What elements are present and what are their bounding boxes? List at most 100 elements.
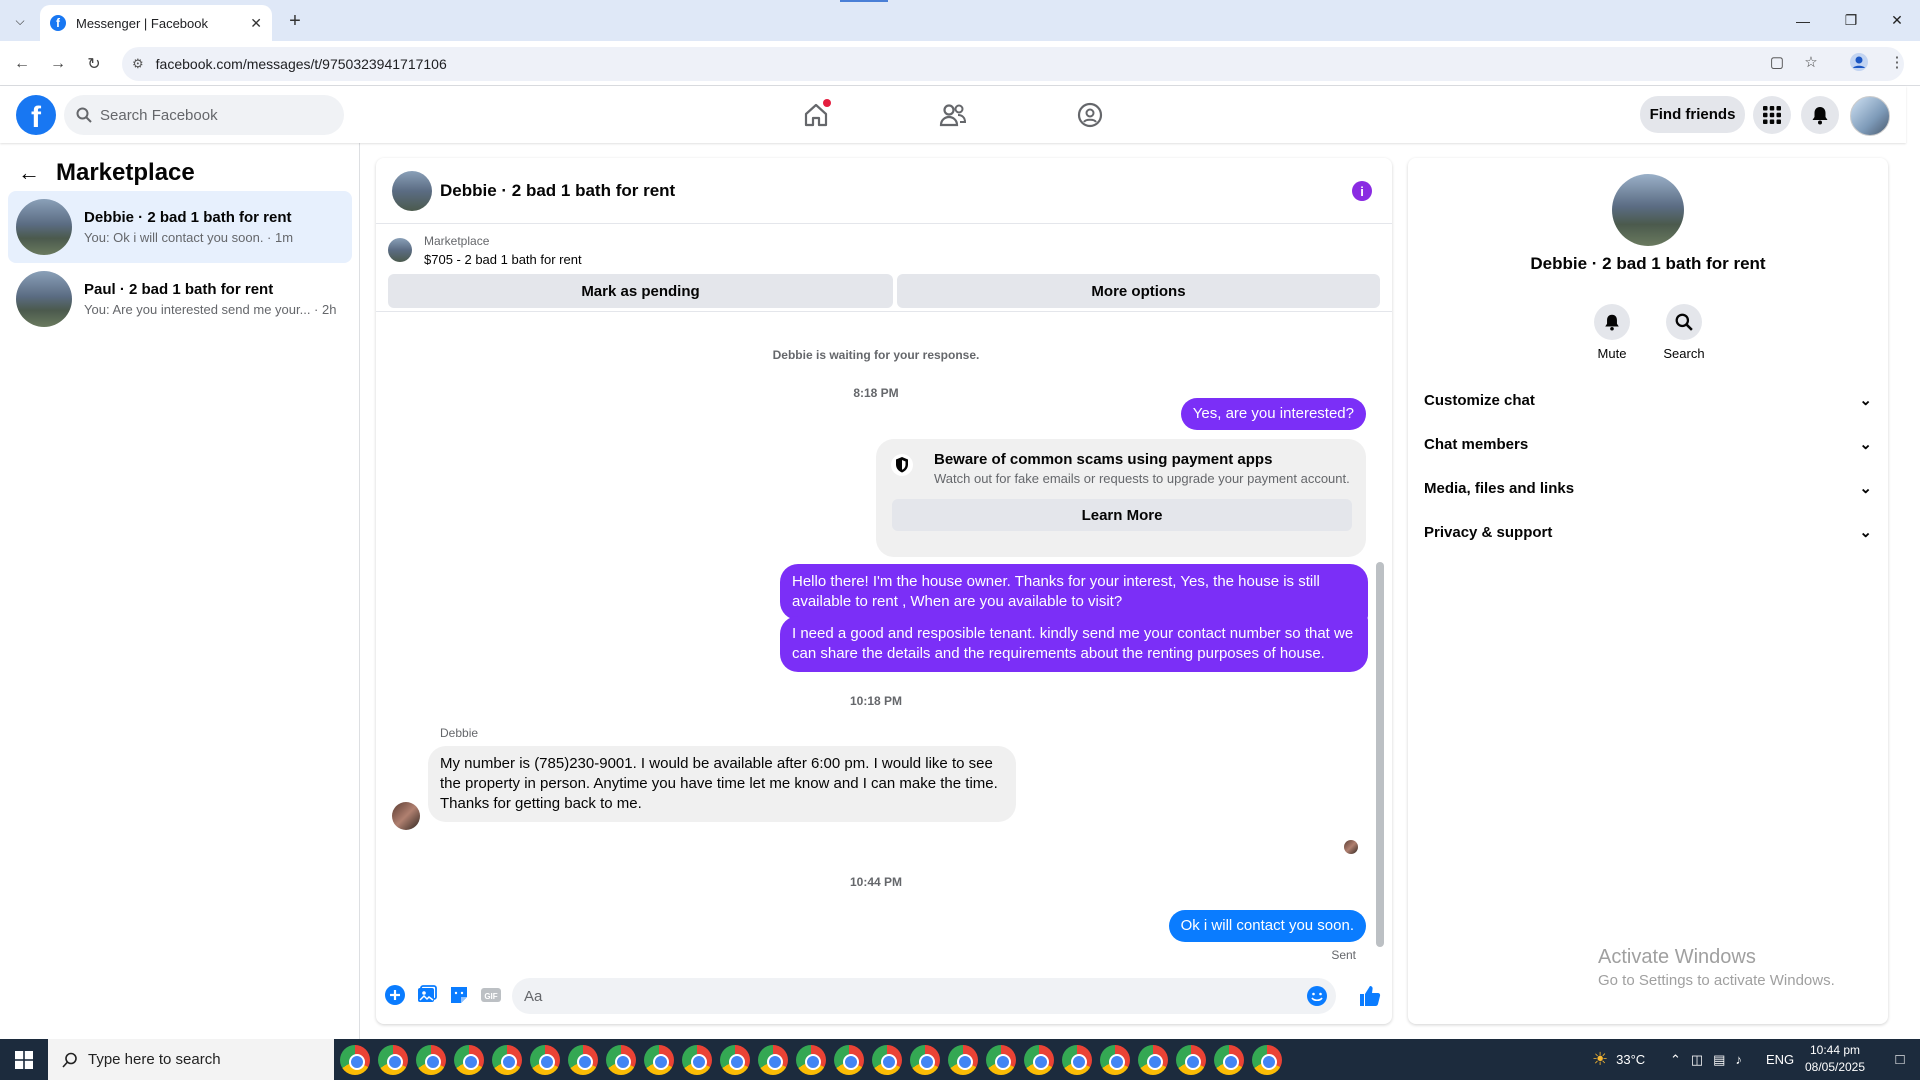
chrome-icon[interactable] (796, 1044, 826, 1075)
find-friends-button[interactable]: Find friends (1640, 96, 1745, 133)
mute-button[interactable]: Mute (1582, 304, 1642, 361)
tab-list-icon[interactable]: ⌵ (8, 9, 32, 33)
system-tray-icons[interactable]: ⌃◫▤♪ (1670, 1039, 1752, 1080)
menu-button[interactable] (1753, 96, 1791, 134)
chrome-icon[interactable] (416, 1044, 446, 1075)
sender-avatar[interactable] (392, 802, 420, 830)
browser-tab[interactable]: f Messenger | Facebook ✕ (40, 5, 272, 41)
back-arrow-icon[interactable]: ← (18, 160, 40, 186)
reload-icon[interactable]: ↻ (82, 52, 106, 76)
chrome-icon[interactable] (720, 1044, 750, 1075)
chrome-icon[interactable] (606, 1044, 636, 1075)
chrome-icon[interactable] (530, 1044, 560, 1075)
outgoing-message[interactable]: I need a good and resposible tenant. kin… (780, 616, 1368, 672)
search-facebook[interactable] (64, 95, 344, 135)
chrome-icon[interactable] (1024, 1044, 1054, 1075)
media-files-links-item[interactable]: Media, files and links ⌄ (1424, 468, 1872, 508)
item-label: Media, files and links (1424, 479, 1575, 497)
scrollbar-thumb[interactable] (1376, 562, 1384, 947)
listing-thumbnail[interactable] (388, 238, 412, 262)
outgoing-message[interactable]: Hello there! I'm the house owner. Thanks… (780, 564, 1368, 620)
browser-menu-icon[interactable]: ⋮ (1884, 49, 1910, 75)
bookmark-star-icon[interactable]: ☆ (1798, 49, 1824, 75)
chat-avatar[interactable] (392, 170, 432, 211)
conversation-item-debbie[interactable]: Debbie · 2 bad 1 bath for rent You: Ok i… (8, 191, 352, 263)
outgoing-message[interactable]: Yes, are you interested? (1180, 398, 1366, 430)
forward-icon[interactable]: → (46, 52, 70, 76)
thread-scrollbar[interactable] (1376, 326, 1384, 956)
message-thread[interactable]: Debbie is waiting for your response. 8:1… (376, 320, 1392, 966)
facebook-logo[interactable]: f (16, 95, 56, 135)
chrome-icon[interactable] (682, 1044, 712, 1075)
chrome-icon[interactable] (1252, 1044, 1282, 1075)
chrome-icon[interactable] (568, 1044, 598, 1075)
notifications-button[interactable] (1801, 96, 1839, 134)
sticker-icon[interactable] (448, 984, 470, 1006)
chrome-icon[interactable] (1100, 1044, 1130, 1075)
chrome-icon[interactable] (986, 1044, 1016, 1075)
chrome-icon[interactable] (910, 1044, 940, 1075)
clock-date: 08/05/2025 (1804, 1060, 1866, 1074)
chrome-icon[interactable] (340, 1044, 370, 1075)
chrome-icon[interactable] (1214, 1044, 1244, 1075)
listing-price[interactable]: $705 - 2 bad 1 bath for rent (424, 252, 582, 267)
chrome-icon[interactable] (1138, 1044, 1168, 1075)
more-options-button[interactable]: More options (897, 274, 1380, 308)
clock[interactable]: 10:44 pm 08/05/2025 (1790, 1042, 1880, 1076)
groups-nav-button[interactable] (1073, 98, 1107, 132)
close-tab-icon[interactable]: ✕ (250, 15, 262, 32)
activate-windows-watermark: Activate Windows (1598, 946, 1756, 968)
taskbar-search[interactable]: Type here to search (48, 1039, 334, 1080)
friends-nav-button[interactable] (936, 98, 970, 132)
emoji-icon[interactable] (1306, 985, 1328, 1007)
chrome-icon[interactable] (1062, 1044, 1092, 1075)
message-input[interactable] (524, 987, 1284, 1005)
restore-button[interactable]: ❐ (1828, 0, 1874, 41)
chrome-icon[interactable] (454, 1044, 484, 1075)
close-window-button[interactable]: ✕ (1874, 0, 1920, 41)
item-label: Chat members (1424, 435, 1529, 453)
chrome-icon[interactable] (948, 1044, 978, 1075)
like-icon[interactable] (1358, 984, 1382, 1008)
profile-avatar[interactable] (1612, 174, 1684, 246)
start-button[interactable] (0, 1039, 48, 1080)
chrome-icon[interactable] (758, 1044, 788, 1075)
chat-members-item[interactable]: Chat members ⌄ (1424, 424, 1872, 464)
back-icon[interactable]: ← (10, 52, 34, 76)
mark-as-pending-button[interactable]: Mark as pending (388, 274, 893, 308)
plus-circle-icon[interactable] (384, 984, 406, 1006)
search-input[interactable] (100, 106, 320, 124)
chrome-icon[interactable] (378, 1044, 408, 1075)
info-icon[interactable]: i (1352, 181, 1372, 201)
weather-widget[interactable]: ☀ 33°C (1592, 1039, 1645, 1080)
account-avatar[interactable] (1850, 96, 1890, 136)
minimize-button[interactable]: — (1780, 0, 1826, 41)
chrome-icon[interactable] (492, 1044, 522, 1075)
search-in-chat-button[interactable]: Search (1654, 304, 1714, 361)
chrome-icon[interactable] (834, 1044, 864, 1075)
notification-center-icon[interactable]: □ (1880, 1039, 1920, 1080)
site-info-icon[interactable]: ⚙ (132, 56, 144, 72)
chrome-icon[interactable] (872, 1044, 902, 1075)
windows-logo-icon (15, 1050, 33, 1069)
install-app-icon[interactable]: ▢ (1764, 49, 1790, 75)
message-input-box[interactable] (512, 978, 1336, 1014)
outgoing-message[interactable]: Ok i will contact you soon. (1168, 910, 1366, 942)
chrome-icon[interactable] (644, 1044, 674, 1075)
profile-icon[interactable] (1846, 49, 1872, 75)
shield-icon (891, 454, 913, 476)
conversation-name: Debbie · 2 bad 1 bath for rent (84, 209, 292, 226)
incoming-message[interactable]: My number is (785)230-9001. I would be a… (428, 746, 1016, 822)
home-nav-button[interactable] (799, 98, 833, 132)
photo-icon[interactable] (416, 984, 438, 1006)
learn-more-button[interactable]: Learn More (892, 499, 1352, 531)
url-field[interactable]: ⚙ facebook.com/messages/t/97503239417171… (122, 47, 1904, 81)
customize-chat-item[interactable]: Customize chat ⌄ (1424, 380, 1872, 420)
new-tab-button[interactable]: + (282, 9, 308, 33)
page-scrollbar[interactable] (1906, 86, 1920, 1039)
conversation-item-paul[interactable]: Paul · 2 bad 1 bath for rent You: Are yo… (8, 263, 352, 335)
chrome-icon[interactable] (1176, 1044, 1206, 1075)
gif-icon[interactable]: GIF (480, 984, 502, 1006)
chat-title[interactable]: Debbie · 2 bad 1 bath for rent (440, 181, 675, 201)
privacy-support-item[interactable]: Privacy & support ⌄ (1424, 512, 1872, 552)
